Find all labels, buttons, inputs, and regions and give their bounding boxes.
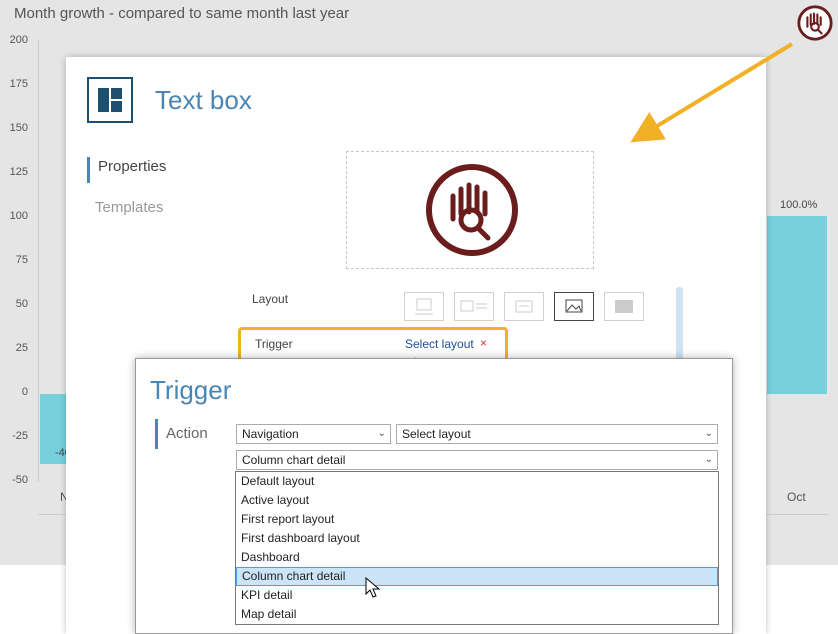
y-tick: 25 [15,342,28,354]
layout-option-image-left[interactable] [454,292,494,321]
mouse-cursor-icon [365,577,381,598]
trigger-label: Trigger [255,337,293,351]
tab-properties[interactable]: Properties [87,157,166,183]
dropdown-option[interactable]: Dashboard [236,548,718,567]
y-tick: 200 [9,34,28,46]
y-tick: 0 [21,386,28,398]
target-select[interactable]: Select layout ⌄ [396,424,718,444]
layout-dropdown-list[interactable]: Default layout Active layout First repor… [235,471,719,625]
layout-select-value: Column chart detail [242,453,346,467]
action-label: Action [155,419,208,449]
dialog-title: Trigger [150,375,232,405]
y-tick: 125 [9,166,28,178]
clear-trigger-icon[interactable]: × [480,336,487,350]
chevron-down-icon: ⌄ [377,428,386,439]
layout-option-image-top[interactable] [404,292,444,321]
y-tick: 150 [9,122,28,134]
y-tick: 100 [9,210,28,222]
layout-option-blank[interactable] [604,292,644,321]
y-tick: -25 [12,430,28,442]
y-tick: 75 [15,254,28,266]
image-preview[interactable] [346,151,594,269]
y-tick: -50 [12,474,28,486]
tab-templates[interactable]: Templates [87,199,163,216]
layout-option-text-only[interactable] [504,292,544,321]
dropdown-option[interactable]: Active layout [236,491,718,510]
action-type-value: Navigation [242,427,299,441]
y-axis-line [38,40,39,482]
select-layout-link[interactable]: Select layout [405,337,474,351]
brand-logo-icon[interactable] [796,4,834,42]
y-tick: 175 [9,78,28,90]
panel-title: Text box [155,85,252,115]
y-tick: 50 [15,298,28,310]
dropdown-option-highlighted[interactable]: Column chart detail [236,567,718,586]
dropdown-option[interactable]: First dashboard layout [236,529,718,548]
chevron-down-icon: ⌄ [704,454,713,465]
brand-logo-icon [426,164,518,256]
chart-title: Month growth - compared to same month la… [14,5,350,22]
layout-label: Layout [252,292,289,306]
target-value: Select layout [402,427,471,441]
chart-bar [767,216,827,394]
dropdown-option[interactable]: Map detail [236,605,718,624]
trigger-dialog: Trigger Action Navigation ⌄ Select layou… [135,358,733,634]
layout-option-image-only[interactable] [554,292,594,321]
trigger-row[interactable]: Trigger Select layout × [238,327,508,361]
bar-label: 100.0% [780,199,818,211]
dropdown-option[interactable]: Default layout [236,472,718,491]
layout-select[interactable]: Column chart detail ⌄ [236,450,718,470]
textbox-layout-icon [87,77,133,123]
dropdown-option[interactable]: KPI detail [236,586,718,605]
chevron-down-icon: ⌄ [704,428,713,439]
x-tick: Oct [787,490,806,504]
dropdown-option[interactable]: First report layout [236,510,718,529]
action-type-select[interactable]: Navigation ⌄ [236,424,391,444]
